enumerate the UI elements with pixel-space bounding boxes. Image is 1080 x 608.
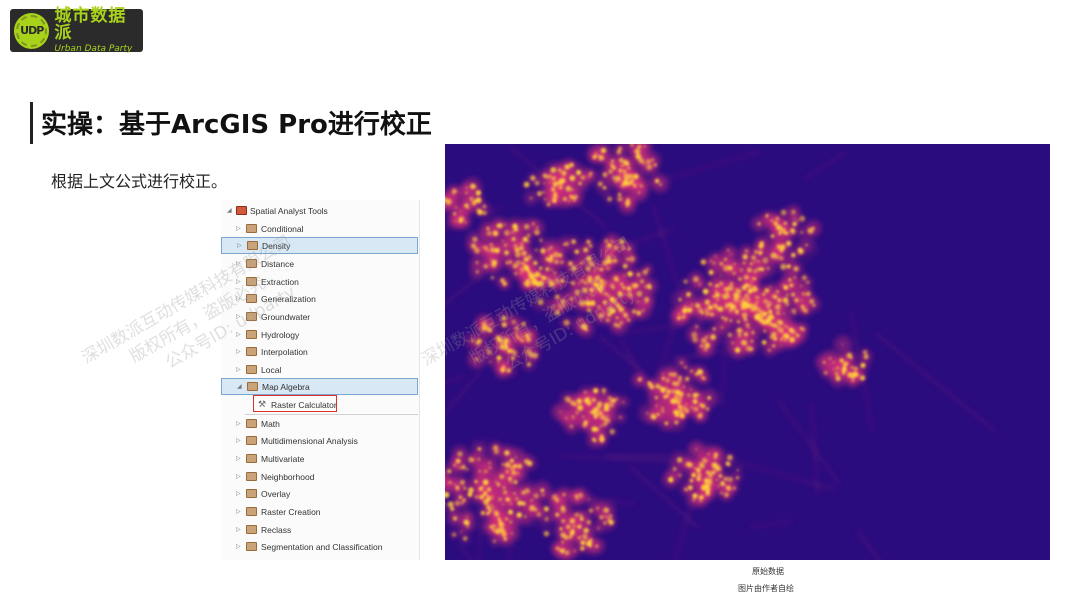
tree-item-map-algebra[interactable]: ◢ Map Algebra [221,378,418,395]
toolset-icon [246,489,257,498]
tree-item-label: Interpolation [261,346,308,357]
tree-item-label: Neighborhood [261,471,315,482]
tree-item-label: Distance [261,258,295,269]
toolset-icon [246,542,257,551]
toolset-icon [246,312,257,321]
tree-item-generalization[interactable]: ▷ Generalization [221,290,418,307]
collapsed-arrow-icon[interactable]: ▷ [236,508,241,515]
collapsed-arrow-icon[interactable]: ▷ [236,437,241,444]
collapsed-arrow-icon[interactable]: ▷ [236,543,241,550]
toolset-icon [246,330,257,339]
toolset-icon [246,419,257,428]
collapsed-arrow-icon[interactable]: ▷ [237,242,242,249]
tree-item-reclass[interactable]: ▷ Reclass [221,521,418,538]
toolset-icon [246,454,257,463]
logo-badge-icon: UDP [14,12,50,49]
tree-item-label: Overlay [261,488,291,499]
tree-item-extraction[interactable]: ▷ Extraction [221,273,418,290]
tree-item-label: Multidimensional Analysis [261,435,358,446]
night-light-map-svg [445,144,997,560]
caption-author-note: 图片由作者自绘 [738,584,794,593]
tree-item-neighborhood[interactable]: ▷ Neighborhood [221,468,418,485]
collapsed-arrow-icon[interactable]: ▷ [236,313,241,320]
collapsed-arrow-icon[interactable]: ▷ [236,348,241,355]
tree-item-label: Map Algebra [262,381,310,392]
collapsed-arrow-icon[interactable]: ▷ [236,225,241,232]
tree-root-spatial-analyst[interactable]: ◢ Spatial Analyst Tools [221,202,418,219]
tree-item-label: Multivariate [261,453,305,464]
tree-root-label: Spatial Analyst Tools [250,205,328,216]
tree-item-overlay[interactable]: ▷ Overlay [221,485,418,502]
tree-item-label: Reclass [261,524,292,535]
tree-item-raster-calculator[interactable]: ⚒ Raster Calculator [253,396,337,413]
tree-item-raster-creation[interactable]: ▷ Raster Creation [221,503,418,520]
page-subtitle: 根据上文公式进行校正。 [51,172,228,191]
toolset-icon [246,436,257,445]
collapsed-arrow-icon[interactable]: ▷ [236,295,241,302]
toolset-icon [246,472,257,481]
tree-item-label: Raster Calculator [271,399,337,410]
logo-badge-text: UDP [20,24,44,37]
toolbox-icon [236,206,247,215]
tree-item-label: Math [261,418,280,429]
tree-item-density[interactable]: ▷ Density [221,237,418,254]
toolset-icon [247,382,258,391]
tree-item-multidimensional-analysis[interactable]: ▷ Multidimensional Analysis [221,432,418,449]
collapsed-arrow-icon[interactable]: ▷ [236,473,241,480]
collapsed-arrow-icon[interactable]: ▷ [236,420,241,427]
tree-item-label: Extraction [261,276,299,287]
tree-item-hydrology[interactable]: ▷ Hydrology [221,326,418,343]
tree-item-label: Hydrology [261,329,300,340]
night-light-map-image [445,144,1050,560]
tree-item-conditional[interactable]: ▷ Conditional [221,220,418,237]
collapsed-arrow-icon[interactable]: ▷ [236,260,241,267]
tree-item-label: Conditional [261,223,304,234]
collapsed-arrow-icon[interactable]: ▷ [236,331,241,338]
tree-item-local[interactable]: ▷ Local [221,361,418,378]
collapsed-arrow-icon[interactable]: ▷ [236,455,241,462]
tree-item-interpolation[interactable]: ▷ Interpolation [221,343,418,360]
tree-item-math[interactable]: ▷ Math [221,415,418,432]
geoprocessing-tool-tree: ◢ Spatial Analyst Tools ▷ Conditional ▷ … [221,200,420,560]
caption-source-data: 原始数据 [752,567,784,576]
toolset-icon [246,365,257,374]
tree-item-label: Local [261,364,282,375]
toolset-icon [246,507,257,516]
title-accent-bar [30,102,33,144]
logo-english-name: Urban Data Party [54,43,133,54]
logo-chinese-name: 城市数据派 [54,5,127,43]
hammer-tool-icon: ⚒ [258,399,267,409]
tree-item-label: Segmentation and Classification [261,541,383,552]
collapsed-arrow-icon[interactable]: ▷ [236,366,241,373]
expanded-arrow-icon[interactable]: ◢ [237,383,242,390]
toolset-icon [246,294,257,303]
toolset-icon [246,347,257,356]
collapsed-arrow-icon[interactable]: ▷ [236,490,241,497]
tree-item-segmentation-and-classification[interactable]: ▷ Segmentation and Classification [221,538,418,555]
tree-item-multivariate[interactable]: ▷ Multivariate [221,450,418,467]
toolset-icon [246,224,257,233]
page-title: 实操：基于ArcGIS Pro进行校正 [41,110,432,140]
tree-item-label: Groundwater [261,311,311,322]
toolset-icon [247,241,258,250]
expanded-arrow-icon[interactable]: ◢ [227,207,232,214]
collapsed-arrow-icon[interactable]: ▷ [236,526,241,533]
toolset-icon [246,277,257,286]
toolset-icon [246,259,257,268]
collapsed-arrow-icon[interactable]: ▷ [236,278,241,285]
tree-item-label: Density [262,240,291,251]
tree-item-groundwater[interactable]: ▷ Groundwater [221,308,418,325]
tree-item-label: Generalization [261,293,316,304]
logo: UDP 城市数据派 Urban Data Party [10,5,143,54]
toolset-icon [246,525,257,534]
tree-item-label: Raster Creation [261,506,321,517]
tree-item-distance[interactable]: ▷ Distance [221,255,418,272]
